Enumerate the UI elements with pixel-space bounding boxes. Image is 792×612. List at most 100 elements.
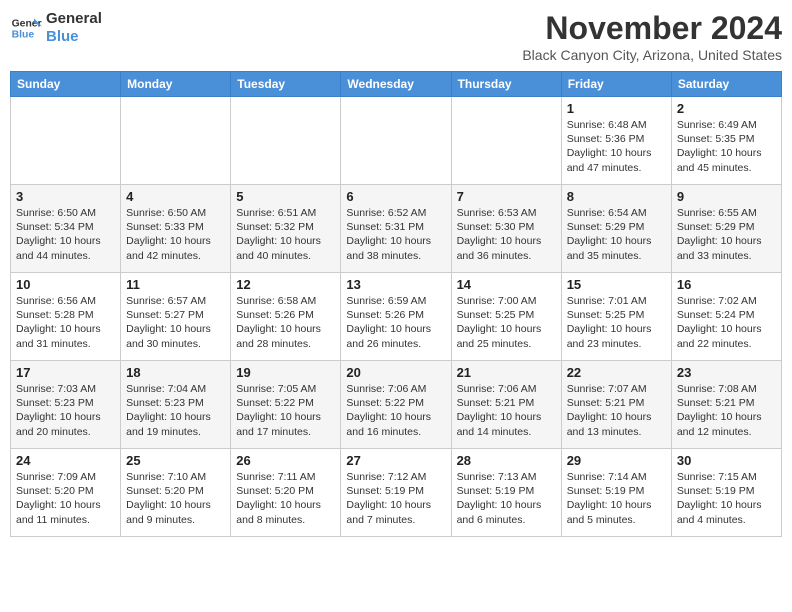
calendar-week-row: 17Sunrise: 7:03 AM Sunset: 5:23 PM Dayli… [11, 361, 782, 449]
day-number: 18 [126, 365, 225, 380]
day-info: Sunrise: 7:03 AM Sunset: 5:23 PM Dayligh… [16, 382, 115, 439]
calendar-cell: 7 Sunrise: 6:53 AM Sunset: 5:30 PM Daylig… [451, 185, 561, 273]
day-number: 7 [457, 189, 556, 204]
calendar-cell [341, 97, 451, 185]
day-info: Sunrise: 6:54 AM Sunset: 5:29 PM Dayligh… [567, 206, 666, 263]
calendar-cell: 27 Sunrise: 7:12 AM Sunset: 5:19 PM Dayli… [341, 449, 451, 537]
day-info: Sunrise: 7:06 AM Sunset: 5:22 PM Dayligh… [346, 382, 445, 439]
calendar-cell: 21 Sunrise: 7:06 AM Sunset: 5:21 PM Dayli… [451, 361, 561, 449]
calendar-header-cell: Friday [561, 72, 671, 97]
calendar-cell: 14Sunrise: 7:00 AM Sunset: 5:25 PM Dayli… [451, 273, 561, 361]
calendar-cell: 24Sunrise: 7:09 AM Sunset: 5:20 PM Dayli… [11, 449, 121, 537]
day-info: Sunrise: 7:05 AM Sunset: 5:22 PM Dayligh… [236, 382, 335, 439]
day-number: 26 [236, 453, 335, 468]
calendar-header-cell: Wednesday [341, 72, 451, 97]
day-number: 4 [126, 189, 225, 204]
day-info: Sunrise: 6:48 AM Sunset: 5:36 PM Dayligh… [567, 118, 666, 175]
day-info: Sunrise: 7:07 AM Sunset: 5:21 PM Dayligh… [567, 382, 666, 439]
day-number: 3 [16, 189, 115, 204]
calendar-body: 1 Sunrise: 6:48 AM Sunset: 5:36 PM Daylig… [11, 97, 782, 537]
calendar-week-row: 24Sunrise: 7:09 AM Sunset: 5:20 PM Dayli… [11, 449, 782, 537]
logo-icon: General Blue [10, 12, 42, 44]
day-number: 23 [677, 365, 776, 380]
day-number: 5 [236, 189, 335, 204]
calendar-cell: 8 Sunrise: 6:54 AM Sunset: 5:29 PM Daylig… [561, 185, 671, 273]
location: Black Canyon City, Arizona, United State… [522, 47, 782, 63]
calendar-cell: 9Sunrise: 6:55 AM Sunset: 5:29 PM Daylig… [671, 185, 781, 273]
day-number: 10 [16, 277, 115, 292]
day-number: 28 [457, 453, 556, 468]
day-number: 20 [346, 365, 445, 380]
day-info: Sunrise: 7:12 AM Sunset: 5:19 PM Dayligh… [346, 470, 445, 527]
day-number: 6 [346, 189, 445, 204]
calendar-cell: 5Sunrise: 6:51 AM Sunset: 5:32 PM Daylig… [231, 185, 341, 273]
day-number: 27 [346, 453, 445, 468]
logo-line2: Blue [46, 28, 102, 46]
logo: General Blue General Blue [10, 10, 102, 46]
calendar-week-row: 10 Sunrise: 6:56 AM Sunset: 5:28 PM Dayli… [11, 273, 782, 361]
day-number: 16 [677, 277, 776, 292]
calendar-cell: 30 Sunrise: 7:15 AM Sunset: 5:19 PM Dayli… [671, 449, 781, 537]
calendar-cell: 2Sunrise: 6:49 AM Sunset: 5:35 PM Daylig… [671, 97, 781, 185]
day-number: 15 [567, 277, 666, 292]
page-header: General Blue General Blue November 2024 … [10, 10, 782, 63]
svg-text:Blue: Blue [12, 30, 35, 41]
day-number: 30 [677, 453, 776, 468]
calendar-cell: 23Sunrise: 7:08 AM Sunset: 5:21 PM Dayli… [671, 361, 781, 449]
calendar-cell [11, 97, 121, 185]
calendar-cell: 29Sunrise: 7:14 AM Sunset: 5:19 PM Dayli… [561, 449, 671, 537]
calendar-cell: 17Sunrise: 7:03 AM Sunset: 5:23 PM Dayli… [11, 361, 121, 449]
calendar-cell [121, 97, 231, 185]
calendar-cell: 1 Sunrise: 6:48 AM Sunset: 5:36 PM Daylig… [561, 97, 671, 185]
day-info: Sunrise: 6:50 AM Sunset: 5:34 PM Dayligh… [16, 206, 115, 263]
day-number: 11 [126, 277, 225, 292]
day-info: Sunrise: 7:09 AM Sunset: 5:20 PM Dayligh… [16, 470, 115, 527]
day-info: Sunrise: 6:56 AM Sunset: 5:28 PM Dayligh… [16, 294, 115, 351]
calendar-cell: 20 Sunrise: 7:06 AM Sunset: 5:22 PM Dayli… [341, 361, 451, 449]
title-block: November 2024 Black Canyon City, Arizona… [522, 10, 782, 63]
day-number: 21 [457, 365, 556, 380]
calendar-cell: 6Sunrise: 6:52 AM Sunset: 5:31 PM Daylig… [341, 185, 451, 273]
month-title: November 2024 [522, 10, 782, 47]
calendar-cell: 22 Sunrise: 7:07 AM Sunset: 5:21 PM Dayli… [561, 361, 671, 449]
day-info: Sunrise: 7:00 AM Sunset: 5:25 PM Dayligh… [457, 294, 556, 351]
calendar-cell: 25Sunrise: 7:10 AM Sunset: 5:20 PM Dayli… [121, 449, 231, 537]
calendar-cell [231, 97, 341, 185]
day-number: 19 [236, 365, 335, 380]
calendar-week-row: 3 Sunrise: 6:50 AM Sunset: 5:34 PM Daylig… [11, 185, 782, 273]
day-info: Sunrise: 6:57 AM Sunset: 5:27 PM Dayligh… [126, 294, 225, 351]
day-info: Sunrise: 6:49 AM Sunset: 5:35 PM Dayligh… [677, 118, 776, 175]
day-info: Sunrise: 7:13 AM Sunset: 5:19 PM Dayligh… [457, 470, 556, 527]
calendar-header-cell: Monday [121, 72, 231, 97]
calendar-cell: 15 Sunrise: 7:01 AM Sunset: 5:25 PM Dayli… [561, 273, 671, 361]
day-number: 22 [567, 365, 666, 380]
calendar-header-cell: Thursday [451, 72, 561, 97]
day-number: 13 [346, 277, 445, 292]
day-number: 8 [567, 189, 666, 204]
logo-line1: General [46, 10, 102, 28]
day-info: Sunrise: 7:01 AM Sunset: 5:25 PM Dayligh… [567, 294, 666, 351]
calendar-header-cell: Sunday [11, 72, 121, 97]
day-info: Sunrise: 7:14 AM Sunset: 5:19 PM Dayligh… [567, 470, 666, 527]
calendar-cell: 18 Sunrise: 7:04 AM Sunset: 5:23 PM Dayli… [121, 361, 231, 449]
calendar-cell: 13 Sunrise: 6:59 AM Sunset: 5:26 PM Dayli… [341, 273, 451, 361]
day-number: 1 [567, 101, 666, 116]
day-info: Sunrise: 7:11 AM Sunset: 5:20 PM Dayligh… [236, 470, 335, 527]
day-number: 9 [677, 189, 776, 204]
day-info: Sunrise: 6:59 AM Sunset: 5:26 PM Dayligh… [346, 294, 445, 351]
calendar-cell: 19 Sunrise: 7:05 AM Sunset: 5:22 PM Dayli… [231, 361, 341, 449]
day-info: Sunrise: 7:15 AM Sunset: 5:19 PM Dayligh… [677, 470, 776, 527]
calendar-cell: 28 Sunrise: 7:13 AM Sunset: 5:19 PM Dayli… [451, 449, 561, 537]
day-info: Sunrise: 7:10 AM Sunset: 5:20 PM Dayligh… [126, 470, 225, 527]
calendar-cell: 10 Sunrise: 6:56 AM Sunset: 5:28 PM Dayli… [11, 273, 121, 361]
calendar-cell: 12Sunrise: 6:58 AM Sunset: 5:26 PM Dayli… [231, 273, 341, 361]
calendar-header-cell: Tuesday [231, 72, 341, 97]
day-info: Sunrise: 7:04 AM Sunset: 5:23 PM Dayligh… [126, 382, 225, 439]
day-info: Sunrise: 7:06 AM Sunset: 5:21 PM Dayligh… [457, 382, 556, 439]
calendar-cell: 16Sunrise: 7:02 AM Sunset: 5:24 PM Dayli… [671, 273, 781, 361]
calendar-cell: 4 Sunrise: 6:50 AM Sunset: 5:33 PM Daylig… [121, 185, 231, 273]
calendar-cell: 26 Sunrise: 7:11 AM Sunset: 5:20 PM Dayli… [231, 449, 341, 537]
day-info: Sunrise: 6:50 AM Sunset: 5:33 PM Dayligh… [126, 206, 225, 263]
day-info: Sunrise: 6:53 AM Sunset: 5:30 PM Dayligh… [457, 206, 556, 263]
day-number: 12 [236, 277, 335, 292]
